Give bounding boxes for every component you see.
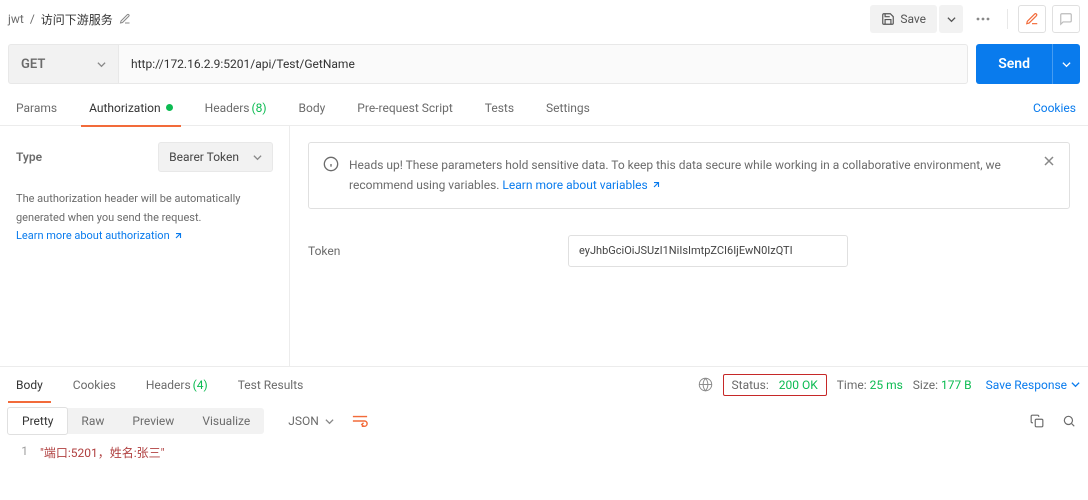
comment-button[interactable] — [1052, 5, 1080, 33]
auth-type-label: Type — [16, 150, 42, 164]
response-body[interactable]: 1 "端口:5201，姓名:张三" — [0, 440, 1088, 465]
chevron-down-icon — [1062, 60, 1071, 69]
view-tab-pretty[interactable]: Pretty — [7, 407, 68, 435]
breadcrumb-current: 访问下游服务 — [41, 11, 113, 28]
line-wrap-button[interactable] — [352, 414, 368, 428]
tab-headers-count: (8) — [252, 101, 267, 115]
breadcrumb-parent[interactable]: jwt — [8, 12, 24, 26]
chevron-down-icon — [325, 417, 334, 426]
tab-headers[interactable]: Headers (8) — [197, 90, 275, 126]
line-number: 1 — [0, 444, 40, 461]
size-indicator: Size: 177 B — [913, 378, 972, 392]
tab-params[interactable]: Params — [8, 90, 65, 126]
status-label: Status: — [732, 378, 769, 392]
body-language-select[interactable]: JSON — [278, 408, 344, 434]
ellipsis-icon — [976, 17, 990, 21]
resp-tab-headers-count: (4) — [193, 378, 208, 392]
save-icon — [881, 12, 895, 26]
close-icon — [1043, 155, 1055, 167]
resp-tab-headers-label: Headers — [146, 378, 191, 392]
globe-icon[interactable] — [698, 377, 713, 392]
pencil-icon — [1025, 12, 1039, 26]
divider — [1007, 9, 1008, 29]
send-dropdown-caret[interactable] — [1052, 44, 1080, 84]
send-button[interactable]: Send — [976, 44, 1052, 84]
learn-variables-label: Learn more about variables — [502, 175, 647, 195]
status-value: 200 OK — [779, 378, 818, 392]
save-dropdown-caret[interactable] — [939, 5, 963, 33]
info-icon — [323, 156, 339, 172]
http-method-value: GET — [21, 57, 45, 72]
close-alert-button[interactable] — [1043, 155, 1055, 167]
resp-tab-test-results[interactable]: Test Results — [230, 367, 312, 403]
more-options-button[interactable] — [969, 5, 997, 33]
tab-prerequest[interactable]: Pre-request Script — [349, 90, 460, 126]
active-dot-icon — [166, 104, 173, 111]
comment-icon — [1059, 12, 1073, 26]
time-indicator: Time: 25 ms — [837, 378, 903, 392]
line-wrap-icon — [352, 414, 368, 428]
auth-description: The authorization header will be automat… — [16, 190, 273, 246]
token-input[interactable] — [568, 235, 848, 267]
external-link-icon — [173, 232, 182, 241]
learn-authorization-label: Learn more about authorization — [16, 227, 170, 246]
tab-body[interactable]: Body — [291, 90, 334, 126]
body-language-value: JSON — [288, 414, 319, 428]
resp-tab-body[interactable]: Body — [8, 367, 51, 403]
save-response-button[interactable]: Save Response — [986, 378, 1080, 392]
learn-variables-link[interactable]: Learn more about variables — [502, 175, 659, 195]
save-button[interactable]: Save — [870, 5, 937, 33]
edit-icon[interactable] — [119, 13, 131, 25]
url-input[interactable] — [118, 44, 968, 84]
search-response-button[interactable] — [1058, 410, 1080, 432]
status-indicator: Status: 200 OK — [723, 374, 827, 396]
chevron-down-icon — [947, 15, 956, 24]
response-line-1: "端口:5201，姓名:张三" — [40, 444, 164, 461]
view-tab-raw[interactable]: Raw — [67, 408, 118, 434]
tab-settings[interactable]: Settings — [538, 90, 598, 126]
view-mode-tabs: Pretty Raw Preview Visualize — [8, 408, 264, 434]
chevron-down-icon — [253, 153, 262, 162]
size-value: 177 B — [941, 378, 972, 392]
breadcrumb: jwt / 访问下游服务 — [8, 11, 870, 28]
view-tab-visualize[interactable]: Visualize — [188, 408, 264, 434]
time-value: 25 ms — [870, 378, 903, 392]
view-tab-preview[interactable]: Preview — [118, 408, 188, 434]
cookies-link[interactable]: Cookies — [1029, 101, 1080, 115]
tab-authorization-label: Authorization — [89, 101, 161, 115]
copy-response-button[interactable] — [1026, 410, 1048, 432]
learn-authorization-link[interactable]: Learn more about authorization — [16, 227, 182, 246]
tab-headers-label: Headers — [205, 101, 250, 115]
auth-type-value: Bearer Token — [169, 150, 239, 164]
size-label: Size: — [913, 378, 938, 392]
save-button-label: Save — [900, 12, 926, 26]
time-label: Time: — [837, 378, 867, 392]
auth-type-select[interactable]: Bearer Token — [158, 142, 273, 172]
external-link-icon — [651, 181, 660, 190]
resp-tab-cookies[interactable]: Cookies — [65, 367, 124, 403]
breadcrumb-sep: / — [30, 12, 35, 26]
http-method-select[interactable]: GET — [8, 44, 118, 84]
save-response-label: Save Response — [986, 378, 1067, 392]
chevron-down-icon — [97, 60, 106, 69]
auth-desc-text: The authorization header will be automat… — [16, 192, 241, 224]
sensitive-data-alert: Heads up! These parameters hold sensitiv… — [308, 142, 1070, 209]
edit-button[interactable] — [1018, 5, 1046, 33]
resp-tab-headers[interactable]: Headers (4) — [138, 367, 216, 403]
tab-authorization[interactable]: Authorization — [81, 90, 181, 126]
copy-icon — [1030, 414, 1044, 428]
tab-tests[interactable]: Tests — [477, 90, 522, 126]
chevron-down-icon — [1071, 380, 1080, 389]
token-label: Token — [308, 244, 568, 258]
alert-text: Heads up! These parameters hold sensitiv… — [349, 158, 1001, 192]
search-icon — [1062, 414, 1076, 428]
